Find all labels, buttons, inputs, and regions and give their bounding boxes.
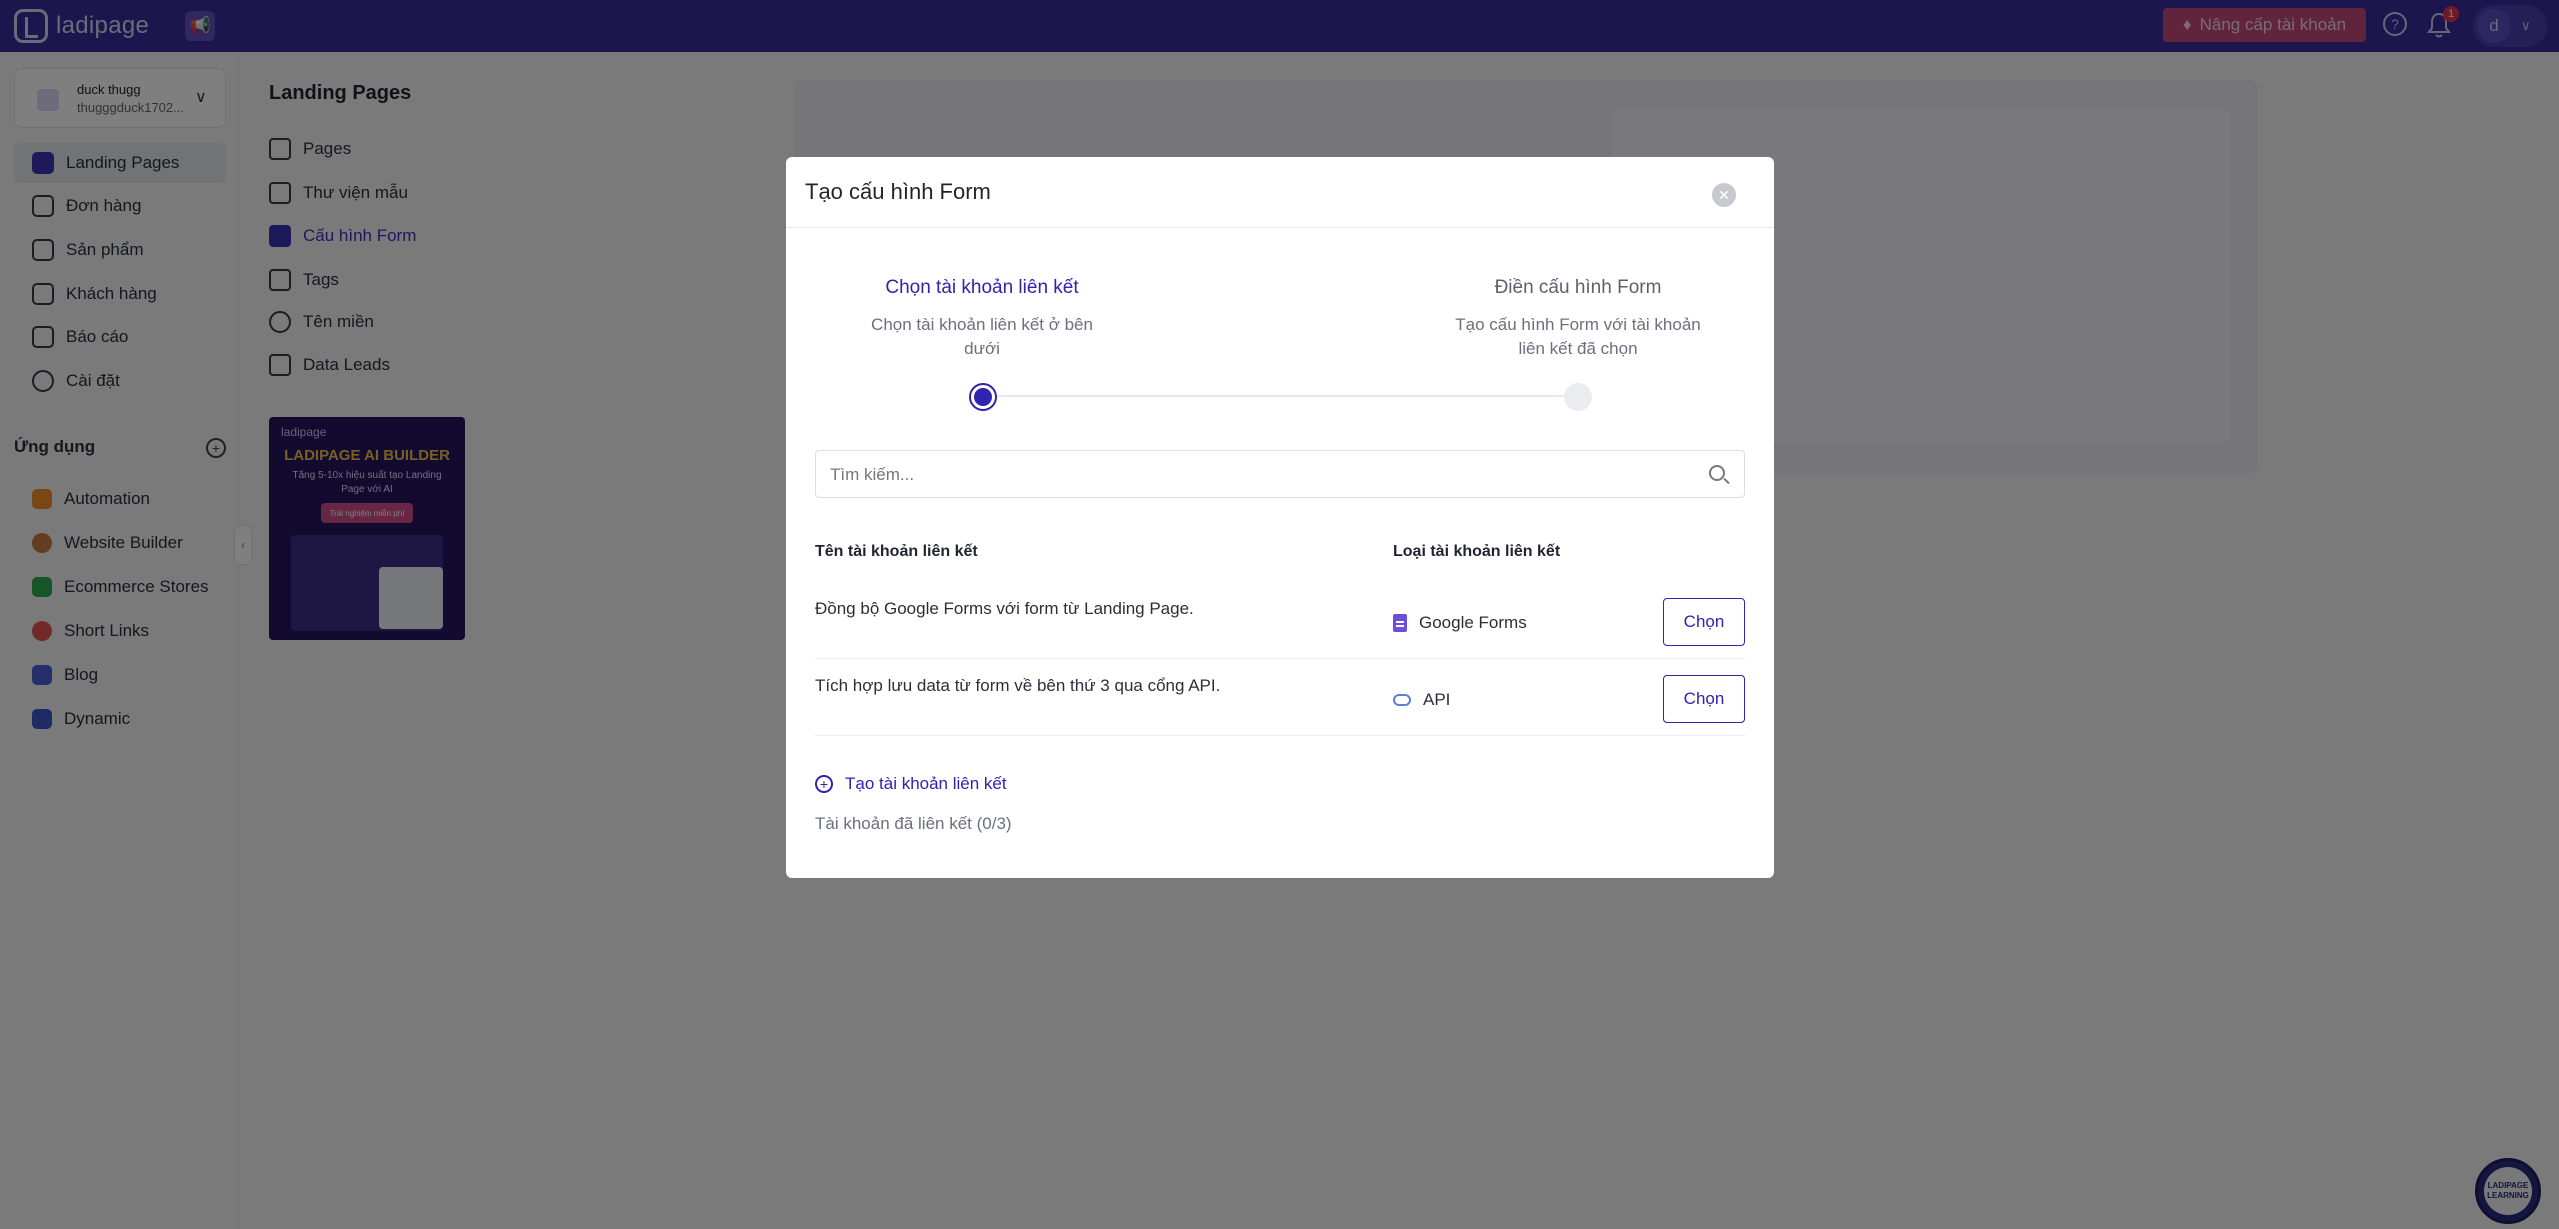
- search-box: [815, 450, 1745, 498]
- search-input[interactable]: [830, 463, 1690, 487]
- step-1-title: Chọn tài khoản liên kết: [885, 277, 1079, 298]
- stepper-track: [981, 395, 1581, 397]
- create-linked-account-link[interactable]: + Tạo tài khoản liên kết: [815, 774, 1007, 794]
- modal-title: Tạo cấu hình Form: [805, 179, 991, 204]
- table-row: Đồng bộ Google Forms với form từ Landing…: [815, 582, 1745, 659]
- google-forms-icon: [1393, 614, 1407, 632]
- close-icon[interactable]: ✕: [1712, 183, 1736, 207]
- row-type-label: Google Forms: [1419, 613, 1527, 632]
- row-description: Tích hợp lưu data từ form về bên thứ 3 q…: [815, 676, 1221, 695]
- plus-circle-icon: +: [815, 775, 833, 793]
- cloud-icon: [1393, 694, 1411, 706]
- linked-accounts-count: Tài khoản đã liên kết (0/3): [815, 814, 1012, 833]
- row-type-label: API: [1423, 690, 1451, 709]
- modal-divider: [786, 227, 1774, 228]
- step-1-indicator: [969, 383, 997, 411]
- create-form-config-modal: Tạo cấu hình Form ✕ Chọn tài khoản liên …: [786, 157, 1774, 878]
- table-row: Tích hợp lưu data từ form về bên thứ 3 q…: [815, 659, 1745, 736]
- row-type: Google Forms: [1393, 613, 1527, 633]
- search-icon[interactable]: [1709, 465, 1725, 481]
- row-type: API: [1393, 690, 1450, 710]
- column-header-name: Tên tài khoản liên kết: [815, 543, 978, 560]
- create-link-label: Tạo tài khoản liên kết: [845, 774, 1007, 793]
- row-description: Đồng bộ Google Forms với form từ Landing…: [815, 599, 1194, 618]
- step-1-desc: Chọn tài khoản liên kết ở bên dưới: [871, 315, 1093, 358]
- step-2-title: Điền cấu hình Form: [1494, 277, 1662, 298]
- step-2-desc: Tạo cấu hình Form với tài khoản liên kết…: [1455, 315, 1701, 358]
- step-2-indicator: [1564, 383, 1592, 411]
- choose-google-forms-button[interactable]: Chọn: [1663, 598, 1745, 646]
- column-header-type: Loại tài khoản liên kết: [1393, 543, 1561, 560]
- choose-api-button[interactable]: Chọn: [1663, 675, 1745, 723]
